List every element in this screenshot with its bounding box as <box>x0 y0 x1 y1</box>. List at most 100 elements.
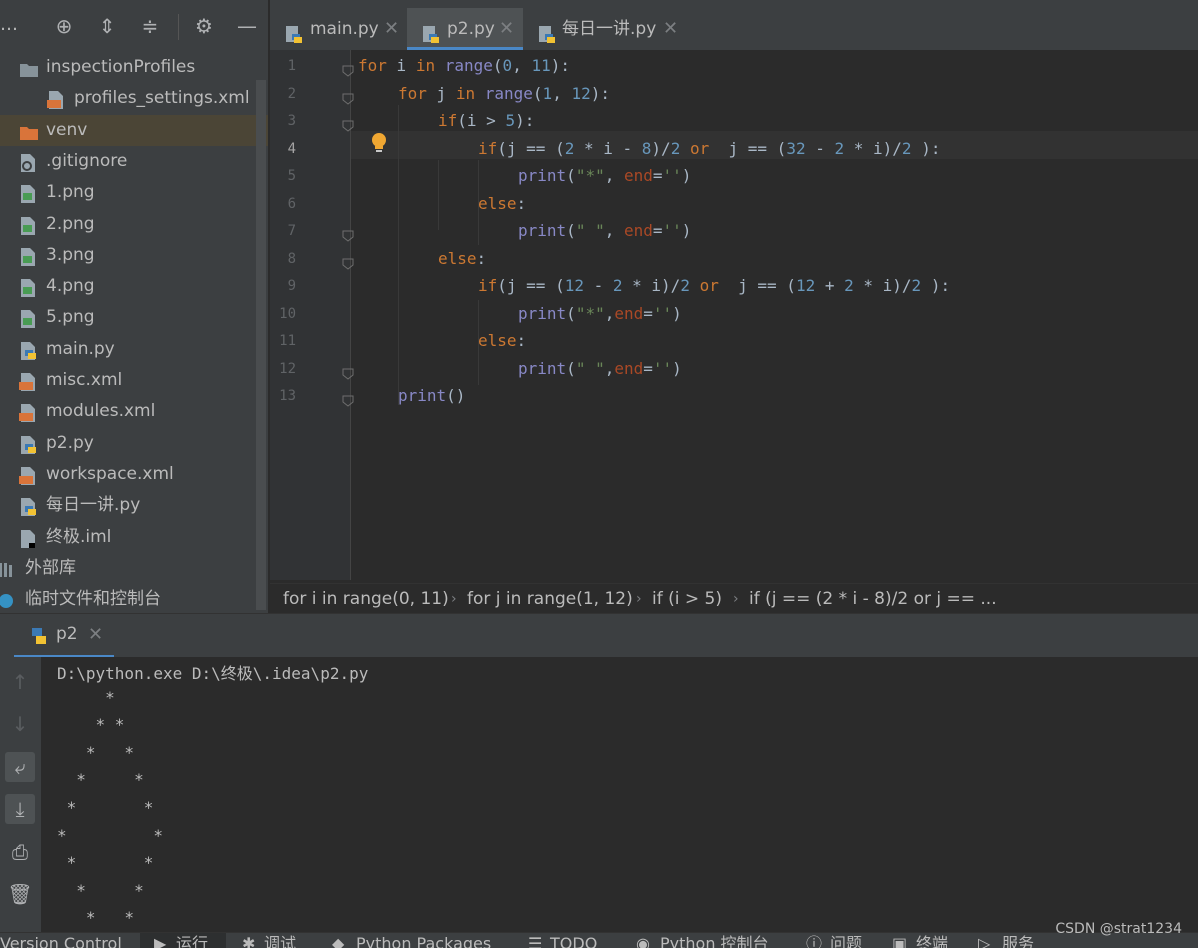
xml-file-icon <box>19 372 37 391</box>
code-token: 2 <box>670 138 681 158</box>
tree-item[interactable]: 5.png <box>0 302 268 333</box>
indent-guide <box>478 160 479 245</box>
close-icon[interactable]: ✕ <box>663 8 678 50</box>
tab-daily-py[interactable]: 每日一讲.py ✕ <box>533 8 683 50</box>
gear-icon[interactable]: ⚙ <box>192 14 216 38</box>
close-icon[interactable]: ✕ <box>499 8 514 50</box>
fold-marker-icon[interactable] <box>342 62 354 77</box>
tool-todo[interactable]: TODO <box>550 933 597 948</box>
fold-marker-icon[interactable] <box>342 227 354 242</box>
breadcrumb-item[interactable]: if (i > 5) <box>652 584 722 614</box>
xml-file-icon <box>47 90 65 110</box>
code-token: (j == ( <box>497 138 565 158</box>
tree-item[interactable]: workspace.xml <box>0 459 268 490</box>
fold-marker-icon[interactable] <box>342 90 354 105</box>
soft-wrap-icon[interactable]: ⤶ <box>5 752 35 782</box>
tree-item[interactable]: modules.xml <box>0 396 268 427</box>
code-token: ) <box>672 303 682 323</box>
tab-main-py[interactable]: main.py ✕ <box>280 8 408 50</box>
console-line: * * <box>57 908 135 928</box>
code-token: 12 <box>571 83 591 103</box>
minimize-icon[interactable]: — <box>235 14 259 38</box>
line-number: 1 <box>287 58 296 74</box>
code-token: 12 <box>795 276 816 295</box>
tool-debug[interactable]: 调试 <box>264 933 296 948</box>
close-icon[interactable]: ✕ <box>88 624 103 645</box>
print-icon[interactable]: ⎙ <box>5 837 35 867</box>
breadcrumb-item[interactable]: if (j == (2 * i - 8)/2 or j == ... <box>749 584 997 614</box>
python-file-icon <box>19 497 37 517</box>
collapse-all-icon[interactable]: ≑ <box>138 14 162 38</box>
tree-item[interactable]: 4.png <box>0 271 268 302</box>
run-tab-p2[interactable]: p2 ✕ <box>14 614 114 658</box>
tool-python-console[interactable]: Python 控制台 <box>660 933 769 948</box>
code-token: 2 <box>612 276 623 295</box>
code-token: , <box>512 56 532 75</box>
tool-terminal[interactable]: 终端 <box>916 933 948 948</box>
run-console[interactable] <box>41 657 1198 932</box>
tree-item[interactable]: .gitignore <box>0 146 268 177</box>
trash-icon[interactable]: 🗑 <box>5 879 35 909</box>
tree-item[interactable]: 2.png <box>0 209 268 240</box>
tree-item-label: .gitignore <box>46 150 128 171</box>
code-token: * i)/ <box>844 138 902 158</box>
arrow-down-icon[interactable]: ↓ <box>5 709 35 739</box>
terminal-icon: ▣ <box>892 934 908 948</box>
tree-item[interactable]: 1.png <box>0 177 268 208</box>
tree-item[interactable]: inspectionProfiles <box>0 52 268 83</box>
tree-item[interactable]: 外部库 <box>0 553 268 584</box>
tree-item[interactable]: misc.xml <box>0 365 268 396</box>
fold-marker-icon[interactable] <box>342 365 354 380</box>
code-token: else <box>438 248 477 268</box>
scroll-to-end-icon[interactable]: ⤓ <box>5 794 35 824</box>
tool-problems[interactable]: 问题 <box>830 933 862 948</box>
tool-run[interactable]: 运行 <box>176 933 208 948</box>
code-token: 12 <box>564 276 584 295</box>
tool-version-control[interactable]: Version Control <box>0 933 122 948</box>
fold-marker-icon[interactable] <box>342 117 354 132</box>
code-token: " " <box>575 221 605 240</box>
lightbulb-icon[interactable] <box>369 131 389 159</box>
code-token: for <box>358 56 387 75</box>
tree-item[interactable]: 每日一讲.py <box>0 490 268 521</box>
image-file-icon <box>19 247 37 266</box>
toolbar-divider <box>178 14 179 40</box>
code-token: , <box>604 358 615 378</box>
tree-item[interactable]: main.py <box>0 334 268 365</box>
code-line: if(j == (2 * i - 8)/2 or j == (32 - 2 * … <box>478 139 940 158</box>
code-token: 2 <box>911 276 922 295</box>
library-icon <box>0 560 16 578</box>
code-editor[interactable] <box>270 50 1198 580</box>
sidebar-scrollbar[interactable] <box>256 80 266 610</box>
tree-item[interactable]: 3.png <box>0 240 268 271</box>
breadcrumb-item[interactable]: for i in range(0, 11) <box>283 584 449 614</box>
expand-all-icon[interactable]: ⇕ <box>95 14 119 38</box>
fold-marker-icon[interactable] <box>342 255 354 270</box>
code-token: ): <box>590 83 610 103</box>
code-line: print(" ", end='') <box>518 221 691 240</box>
code-token: '' <box>662 166 682 185</box>
code-token: ): <box>911 138 941 158</box>
line-number: 2 <box>287 85 296 102</box>
tree-item[interactable]: 临时文件和控制台 <box>0 584 268 613</box>
breadcrumb-item[interactable]: for j in range(1, 12) <box>467 584 633 614</box>
code-token: '' <box>662 221 682 240</box>
code-token: 8 <box>641 138 652 158</box>
code-token: in <box>415 56 436 75</box>
close-icon[interactable]: ✕ <box>384 8 399 50</box>
tool-services[interactable]: 服务 <box>1002 933 1034 948</box>
code-token: range <box>444 56 493 75</box>
tree-item[interactable]: venv <box>0 114 268 146</box>
tree-item[interactable]: 终极.iml <box>0 522 268 553</box>
tool-python-packages[interactable]: Python Packages <box>356 933 491 948</box>
code-token: , <box>604 303 615 323</box>
tree-item[interactable]: profiles_settings.xml <box>0 83 268 114</box>
tab-p2-py[interactable]: p2.py ✕ <box>407 8 523 50</box>
ignore-file-icon <box>19 153 37 172</box>
arrow-up-icon[interactable]: ↑ <box>5 667 35 697</box>
code-token: * i - <box>574 138 642 158</box>
locate-icon[interactable]: ⊕ <box>52 14 76 38</box>
tree-item[interactable]: p2.py <box>0 428 268 459</box>
fold-marker-icon[interactable] <box>342 392 354 407</box>
code-token: : <box>476 248 487 268</box>
